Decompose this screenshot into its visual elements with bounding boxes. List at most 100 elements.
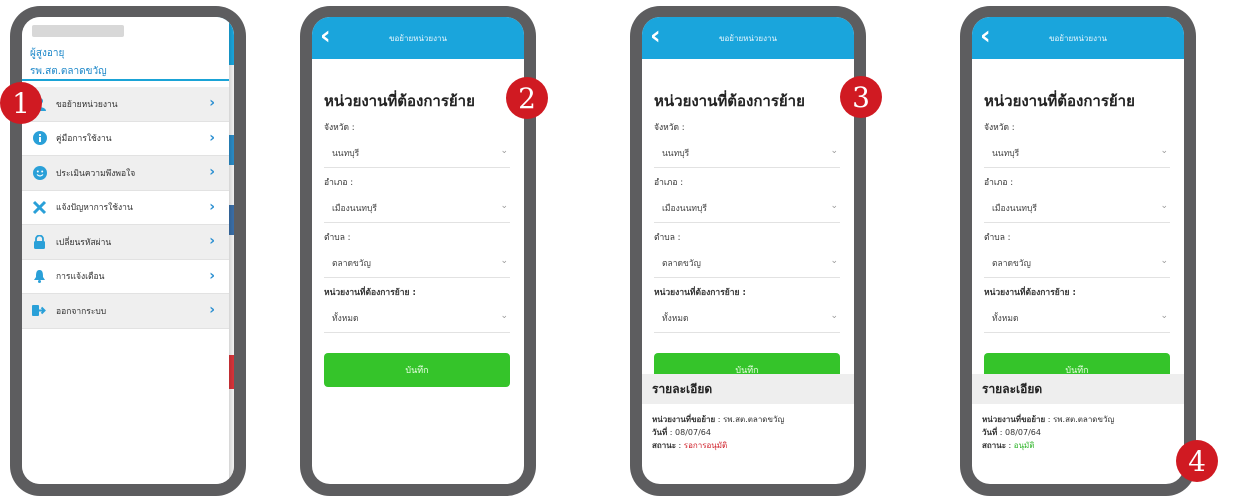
top-bar: ‹ ขอย้ายหน่วยงาน bbox=[972, 17, 1184, 59]
details-status-key: สถานะ bbox=[982, 441, 1006, 450]
details-unit-key: หน่วยงานที่ขอย้าย bbox=[652, 415, 716, 424]
province-value: นนทบุรี bbox=[332, 148, 360, 159]
phone-frame-form: ‹ ขอย้ายหน่วยงาน หน่วยงานที่ต้องการย้าย … bbox=[300, 6, 536, 496]
form-heading: หน่วยงานที่ต้องการย้าย bbox=[984, 92, 1135, 110]
menu-label-change-password: เปลี่ยนรหัสผ่าน bbox=[56, 237, 112, 248]
status-approved: อนุมัติ bbox=[1013, 441, 1035, 450]
district-label: อำเภอ : bbox=[324, 178, 354, 188]
district-select[interactable]: เมืองนนทบุรี ⌄ bbox=[324, 193, 510, 223]
chevron-right-icon: › bbox=[209, 233, 215, 249]
chevron-down-icon: ⌄ bbox=[500, 256, 508, 266]
details-status-key: สถานะ bbox=[652, 441, 676, 450]
menu-item-notifications[interactable]: การแจ้งเตือน › bbox=[22, 260, 229, 294]
menu-item-change-password[interactable]: เปลี่ยนรหัสผ่าน › bbox=[22, 225, 229, 260]
subdistrict-label: ตำบล : bbox=[654, 233, 681, 243]
province-label: จังหวัด : bbox=[654, 123, 685, 133]
details-heading: รายละเอียด bbox=[972, 374, 1184, 404]
menu-label-logout: ออกจากระบบ bbox=[56, 306, 107, 317]
menu-item-report-problem[interactable]: แจ้งปัญหาการใช้งาน › bbox=[22, 191, 229, 225]
bell-icon bbox=[32, 269, 47, 284]
chevron-down-icon: ⌄ bbox=[830, 146, 838, 156]
details-date-row: วันที่ : 08/07/64 bbox=[652, 426, 844, 439]
phone-screen-menu: ผู้สูงอายุ รพ.สต.ตลาดขวัญ ขอย้ายหน่วยงาน… bbox=[22, 17, 234, 484]
subdistrict-value: ตลาดขวัญ bbox=[662, 258, 701, 269]
user-place: รพ.สต.ตลาดขวัญ bbox=[30, 66, 107, 77]
chevron-right-icon: › bbox=[209, 95, 215, 111]
phone-frame-pending: ‹ ขอย้ายหน่วยงาน หน่วยงานที่ต้องการย้าย … bbox=[630, 6, 866, 496]
user-header: ผู้สูงอายุ รพ.สต.ตลาดขวัญ bbox=[22, 17, 229, 81]
menu-item-survey[interactable]: ประเมินความพึงพอใจ › bbox=[22, 156, 229, 191]
menu-label-survey: ประเมินความพึงพอใจ bbox=[56, 168, 136, 179]
unit-label: หน่วยงานที่ต้องการย้าย : bbox=[984, 285, 1170, 299]
details-date-row: วันที่ : 08/07/64 bbox=[982, 426, 1174, 439]
subdistrict-label: ตำบล : bbox=[324, 233, 351, 243]
side-menu-drawer: ผู้สูงอายุ รพ.สต.ตลาดขวัญ ขอย้ายหน่วยงาน… bbox=[22, 17, 229, 484]
chevron-right-icon: › bbox=[209, 267, 215, 284]
transfer-form: หน่วยงานที่ต้องการย้าย จังหวัด : นนทบุรี… bbox=[972, 89, 1184, 387]
subdistrict-select[interactable]: ตลาดขวัญ ⌄ bbox=[324, 248, 510, 278]
menu-label-transfer: ขอย้ายหน่วยงาน bbox=[56, 99, 118, 110]
details-heading: รายละเอียด bbox=[642, 374, 854, 404]
unit-select[interactable]: ทั้งหมด ⌄ bbox=[654, 303, 840, 333]
details-date-key: วันที่ bbox=[982, 428, 998, 437]
menu-label-manual: คู่มือการใช้งาน bbox=[56, 134, 112, 145]
lock-icon bbox=[32, 234, 47, 249]
district-select[interactable]: เมืองนนทบุรี ⌄ bbox=[654, 193, 840, 223]
screen-title: ขอย้ายหน่วยงาน bbox=[719, 34, 777, 43]
province-value: นนทบุรี bbox=[662, 148, 690, 159]
chevron-down-icon: ⌄ bbox=[1160, 146, 1168, 156]
transfer-form: หน่วยงานที่ต้องการย้าย จังหวัด : นนทบุรี… bbox=[642, 89, 854, 387]
unit-select[interactable]: ทั้งหมด ⌄ bbox=[324, 303, 510, 333]
subdistrict-label: ตำบล : bbox=[984, 233, 1011, 243]
phone-screen-form: ‹ ขอย้ายหน่วยงาน หน่วยงานที่ต้องการย้าย … bbox=[312, 17, 524, 484]
chevron-down-icon: ⌄ bbox=[1160, 256, 1168, 266]
province-select[interactable]: นนทบุรี ⌄ bbox=[654, 138, 840, 168]
unit-label-text: หน่วยงานที่ต้องการย้าย : bbox=[654, 288, 746, 298]
unit-select[interactable]: ทั้งหมด ⌄ bbox=[984, 303, 1170, 333]
phone-screen-approved: ‹ ขอย้ายหน่วยงาน หน่วยงานที่ต้องการย้าย … bbox=[972, 17, 1184, 484]
save-button[interactable]: บันทึก bbox=[324, 353, 510, 387]
top-bar: ‹ ขอย้ายหน่วยงาน bbox=[312, 17, 524, 59]
info-icon bbox=[32, 131, 47, 146]
details-unit-row: หน่วยงานที่ขอย้าย : รพ.สต.ตลาดขวัญ bbox=[982, 413, 1174, 426]
subdistrict-select[interactable]: ตลาดขวัญ ⌄ bbox=[654, 248, 840, 278]
menu-item-transfer[interactable]: ขอย้ายหน่วยงาน › bbox=[22, 87, 229, 122]
details-status-sep: : bbox=[675, 441, 684, 450]
status-pending: รอการอนุมัติ bbox=[683, 441, 728, 450]
subdistrict-value: ตลาดขวัญ bbox=[992, 258, 1031, 269]
unit-label-text: หน่วยงานที่ต้องการย้าย : bbox=[984, 288, 1076, 298]
chevron-right-icon: › bbox=[209, 129, 215, 146]
details-unit-value: : รพ.สต.ตลาดขวัญ bbox=[1045, 415, 1115, 424]
form-heading: หน่วยงานที่ต้องการย้าย bbox=[654, 92, 805, 110]
details-unit-value: : รพ.สต.ตลาดขวัญ bbox=[715, 415, 785, 424]
logout-icon bbox=[32, 303, 47, 318]
details-status-row: สถานะ : รอการอนุมัติ bbox=[652, 439, 844, 452]
province-select[interactable]: นนทบุรี ⌄ bbox=[324, 138, 510, 168]
user-role: ผู้สูงอายุ bbox=[30, 48, 65, 59]
menu-label-notifications: การแจ้งเตือน bbox=[56, 272, 105, 283]
province-select[interactable]: นนทบุรี ⌄ bbox=[984, 138, 1170, 168]
district-value: เมืองนนทบุรี bbox=[662, 203, 707, 214]
menu-item-manual[interactable]: คู่มือการใช้งาน › bbox=[22, 122, 229, 156]
step-badge-3: 3 bbox=[840, 76, 882, 118]
menu-item-logout[interactable]: ออกจากระบบ › bbox=[22, 294, 229, 329]
unit-value: ทั้งหมด bbox=[332, 313, 359, 324]
details-unit-key: หน่วยงานที่ขอย้าย bbox=[982, 415, 1046, 424]
chevron-down-icon: ⌄ bbox=[500, 201, 508, 211]
chevron-right-icon: › bbox=[209, 164, 215, 180]
subdistrict-select[interactable]: ตลาดขวัญ ⌄ bbox=[984, 248, 1170, 278]
menu-label-report-problem: แจ้งปัญหาการใช้งาน bbox=[56, 203, 133, 214]
phone-frame-approved: ‹ ขอย้ายหน่วยงาน หน่วยงานที่ต้องการย้าย … bbox=[960, 6, 1196, 496]
chevron-right-icon: › bbox=[209, 198, 215, 215]
tools-icon bbox=[32, 200, 47, 215]
smiley-icon bbox=[32, 165, 47, 180]
menu-list: ขอย้ายหน่วยงาน › คู่มือการใช้งาน › ประเม… bbox=[22, 87, 229, 329]
details-section: รายละเอียด หน่วยงานที่ขอย้าย : รพ.สต.ตลา… bbox=[642, 374, 854, 484]
district-select[interactable]: เมืองนนทบุรี ⌄ bbox=[984, 193, 1170, 223]
province-label: จังหวัด : bbox=[984, 123, 1015, 133]
details-date-value: : 08/07/64 bbox=[997, 428, 1041, 437]
chevron-right-icon: › bbox=[209, 302, 215, 318]
unit-value: ทั้งหมด bbox=[662, 313, 689, 324]
step-badge-2: 2 bbox=[506, 77, 548, 119]
chevron-down-icon: ⌄ bbox=[830, 201, 838, 211]
